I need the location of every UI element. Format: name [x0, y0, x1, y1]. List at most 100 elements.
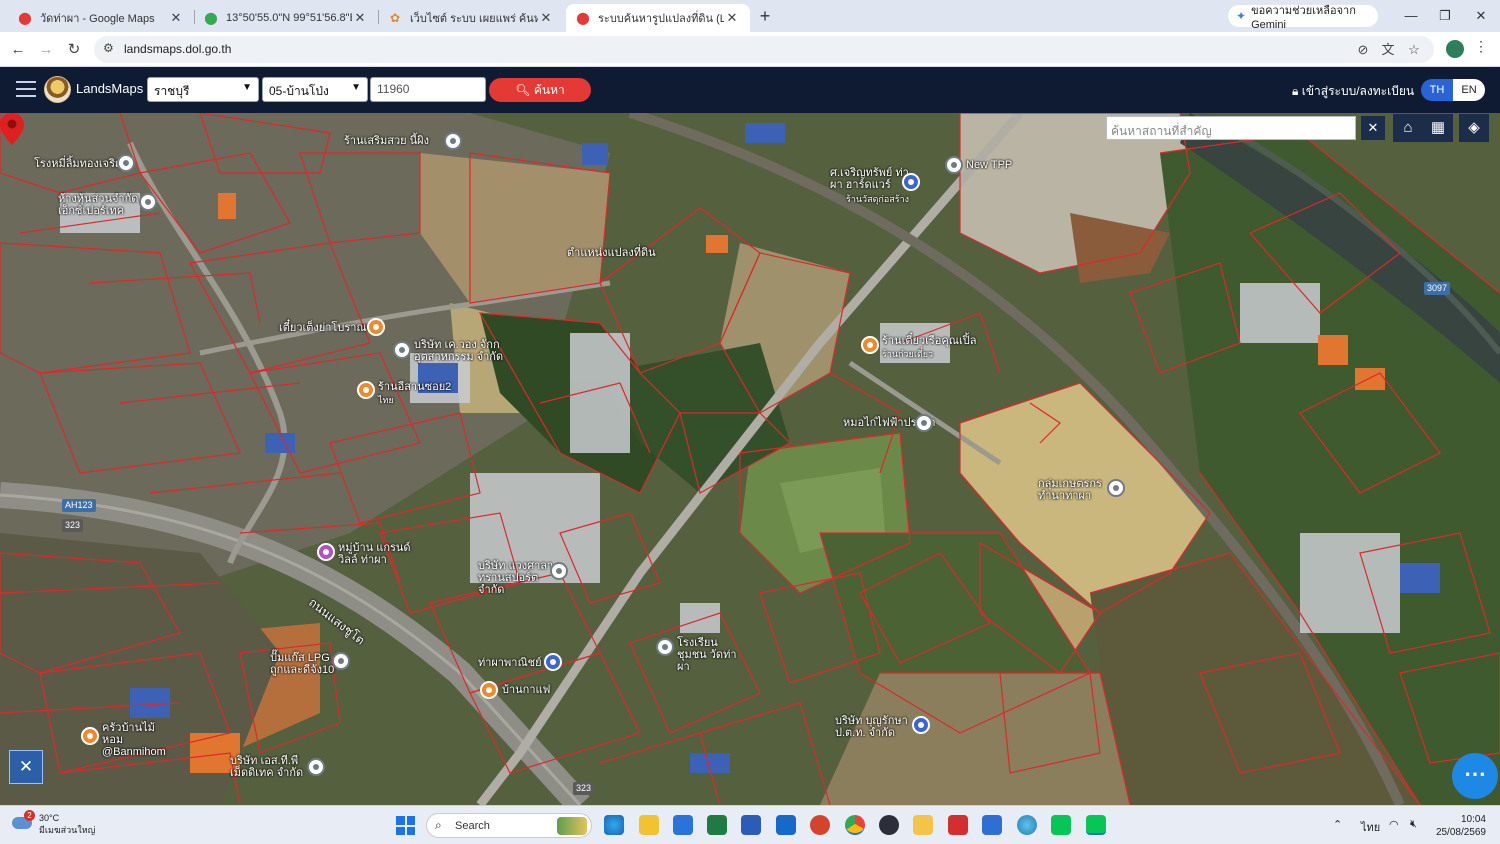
input-language[interactable]: ไทย	[1361, 818, 1380, 836]
taskbar-search[interactable]: ⌕ Search	[426, 813, 592, 838]
dol-logo	[44, 76, 71, 103]
restaurant-marker-icon[interactable]	[357, 381, 375, 399]
landmark-search-input[interactable]: ค้นหาสถานที่สำคัญ	[1106, 116, 1356, 140]
place-marker-icon[interactable]	[307, 758, 325, 776]
clear-search-icon[interactable]: ✕	[1361, 116, 1385, 140]
close-window-button[interactable]: ✕	[1466, 5, 1496, 27]
calculator-icon[interactable]	[982, 815, 1002, 835]
forward-arrow-icon[interactable]: →	[35, 39, 57, 61]
chat-more-button[interactable]: ⋯	[1452, 753, 1498, 799]
browser-tab-2[interactable]: ⬤ 13°50'55.0"N 99°51'56.8"E - Go ✕	[194, 4, 378, 32]
outlook-icon[interactable]	[776, 815, 796, 835]
province-select[interactable]: ราชบุรี ▼	[147, 77, 259, 102]
satellite-map[interactable]: ร้านเสริมสวย นี้ผิง โรงหมี่ลิ้มทองเจริญ …	[0, 113, 1500, 805]
translate-icon[interactable]: 文	[1379, 41, 1397, 59]
maps-globe-icon[interactable]	[1017, 815, 1037, 835]
eye-off-icon[interactable]: ⊘	[1354, 41, 1372, 59]
place-label: โรงเรียนชุมชน วัดท่าผา	[677, 637, 737, 673]
minimize-button[interactable]: —	[1396, 5, 1426, 27]
place-label: บ้านกาแฟ	[502, 684, 551, 696]
lang-th-button[interactable]: TH	[1421, 79, 1453, 101]
camera-app-icon[interactable]	[879, 815, 899, 835]
close-tab-icon[interactable]: ✕	[168, 10, 184, 26]
browser-tab-4-active[interactable]: ⬤ ระบบค้นหารูปแปลงที่ดิน (LandsMap ✕	[566, 4, 750, 32]
place-marker-icon[interactable]	[550, 562, 568, 580]
powerpoint-icon[interactable]	[810, 815, 830, 835]
place-marker-icon[interactable]	[915, 414, 933, 432]
home-icon[interactable]: ⌂	[1393, 114, 1423, 142]
place-label: กลุ่มเกษตรกร ทำนาท่าผา	[1038, 478, 1102, 502]
hardware-store-marker-icon[interactable]	[902, 173, 920, 191]
reload-icon[interactable]: ↻	[63, 39, 85, 61]
school-marker-icon[interactable]	[656, 638, 674, 656]
search-highlight-image	[557, 817, 587, 835]
excel-icon[interactable]	[707, 815, 727, 835]
place-label: บริษัท เค.วอง จักก อุตสาหกรรม จำกัด	[414, 339, 504, 363]
line-icon[interactable]	[1051, 815, 1071, 835]
district-select[interactable]: 05-บ้านโป่ง ▼	[262, 77, 368, 102]
grid-icon[interactable]: ▦	[1423, 114, 1453, 142]
layers-icon[interactable]: ◈	[1459, 114, 1489, 142]
system-clock[interactable]: 10:04 25/08/2569	[1432, 813, 1486, 839]
place-marker-icon[interactable]	[1107, 479, 1125, 497]
cafe-marker-icon[interactable]	[480, 681, 498, 699]
close-tab-icon[interactable]: ✕	[352, 10, 368, 26]
address-bar[interactable]: ⚙ landsmaps.dol.go.th ⊘ 文 ☆	[94, 36, 1434, 63]
place-marker-icon[interactable]	[393, 341, 411, 359]
housing-marker-icon[interactable]	[317, 543, 335, 561]
browser-tab-strip: ⬤ วัดท่าผา - Google Maps ✕ ⬤ 13°50'55.0"…	[0, 0, 1500, 32]
restaurant-marker-icon[interactable]	[367, 318, 385, 336]
file-explorer-icon[interactable]	[913, 815, 933, 835]
tab-title: เว็บไซต์ ระบบ เผยแพร่ ค้นหา ตรวจสอ	[410, 13, 538, 25]
road-shield: 3097	[1424, 282, 1451, 295]
parcel-number-input[interactable]: 11960	[370, 77, 486, 102]
shop-marker-icon[interactable]	[544, 653, 562, 671]
parcel-location-pin-icon[interactable]	[0, 113, 24, 145]
browser-tab-3[interactable]: ✿ เว็บไซต์ ระบบ เผยแพร่ ค้นหา ตรวจสอ ✕	[378, 4, 564, 32]
word-icon[interactable]	[741, 815, 761, 835]
close-tab-icon[interactable]: ✕	[724, 10, 740, 26]
place-label: หมู่บ้าน แกรนด์ วิลล์ ท่าผา	[338, 542, 411, 566]
gemini-label: ขอความช่วยเหลือจาก Gemini	[1251, 5, 1356, 31]
place-marker-icon[interactable]	[139, 193, 157, 211]
site-info-icon[interactable]: ⚙	[103, 41, 114, 55]
measure-tool-icon[interactable]: ✕	[9, 750, 43, 784]
place-label: ปั๊มแก๊ส LPG ถูกและดีจัง10	[270, 652, 335, 676]
new-tab-button[interactable]: +	[754, 6, 776, 28]
speaker-muted-icon[interactable]: 🔇︎	[1410, 818, 1417, 831]
weather-widget[interactable]: 2 30°C มีเมฆส่วนใหญ่	[12, 810, 95, 836]
search-button[interactable]: 🔍︎ ค้นหา	[489, 78, 591, 102]
restaurant-marker-icon[interactable]	[81, 727, 99, 745]
sticky-notes-icon[interactable]	[639, 815, 659, 835]
chrome-icon[interactable]	[845, 815, 865, 835]
restaurant-marker-icon[interactable]	[861, 336, 879, 354]
url-text[interactable]: landsmaps.dol.go.th	[124, 42, 231, 56]
browser-menu-icon[interactable]: ⋮	[1474, 38, 1488, 55]
profile-avatar[interactable]	[1446, 40, 1464, 58]
edge-icon[interactable]	[604, 815, 624, 835]
notification-badge: 2	[24, 810, 35, 821]
login-label: เข้าสู่ระบบ/ลงทะเบียน	[1301, 84, 1415, 98]
place-label: ร้านก๋วยเตี๋ยว	[882, 349, 934, 359]
place-marker-icon[interactable]	[945, 156, 963, 174]
restore-button[interactable]: ❐	[1430, 5, 1460, 27]
gemini-sparkle-icon: ✦	[1236, 9, 1247, 23]
pdf-reader-icon[interactable]	[948, 815, 968, 835]
close-tab-icon[interactable]: ✕	[538, 10, 554, 26]
lang-en-button[interactable]: EN	[1453, 79, 1485, 101]
wifi-icon[interactable]: ◠	[1389, 818, 1399, 831]
login-register-link[interactable]: 🔒︎ เข้าสู่ระบบ/ลงทะเบียน	[1292, 82, 1414, 101]
calendar-icon[interactable]	[673, 815, 693, 835]
browser-tab-1[interactable]: ⬤ วัดท่าผา - Google Maps ✕	[8, 4, 194, 32]
windows-start-icon[interactable]	[396, 816, 415, 835]
chevron-up-icon[interactable]: ⌃	[1333, 818, 1342, 831]
place-marker-icon[interactable]	[117, 154, 135, 172]
gemini-help-button[interactable]: ✦ ขอความช่วยเหลือจาก Gemini	[1228, 5, 1378, 31]
line-icon[interactable]	[1086, 815, 1106, 835]
place-marker-icon[interactable]	[444, 132, 462, 150]
gas-station-marker-icon[interactable]	[912, 716, 930, 734]
place-marker-icon[interactable]	[332, 652, 350, 670]
back-arrow-icon[interactable]: ←	[7, 39, 29, 61]
hamburger-menu-icon[interactable]	[16, 81, 36, 97]
bookmark-star-icon[interactable]: ☆	[1405, 41, 1423, 59]
